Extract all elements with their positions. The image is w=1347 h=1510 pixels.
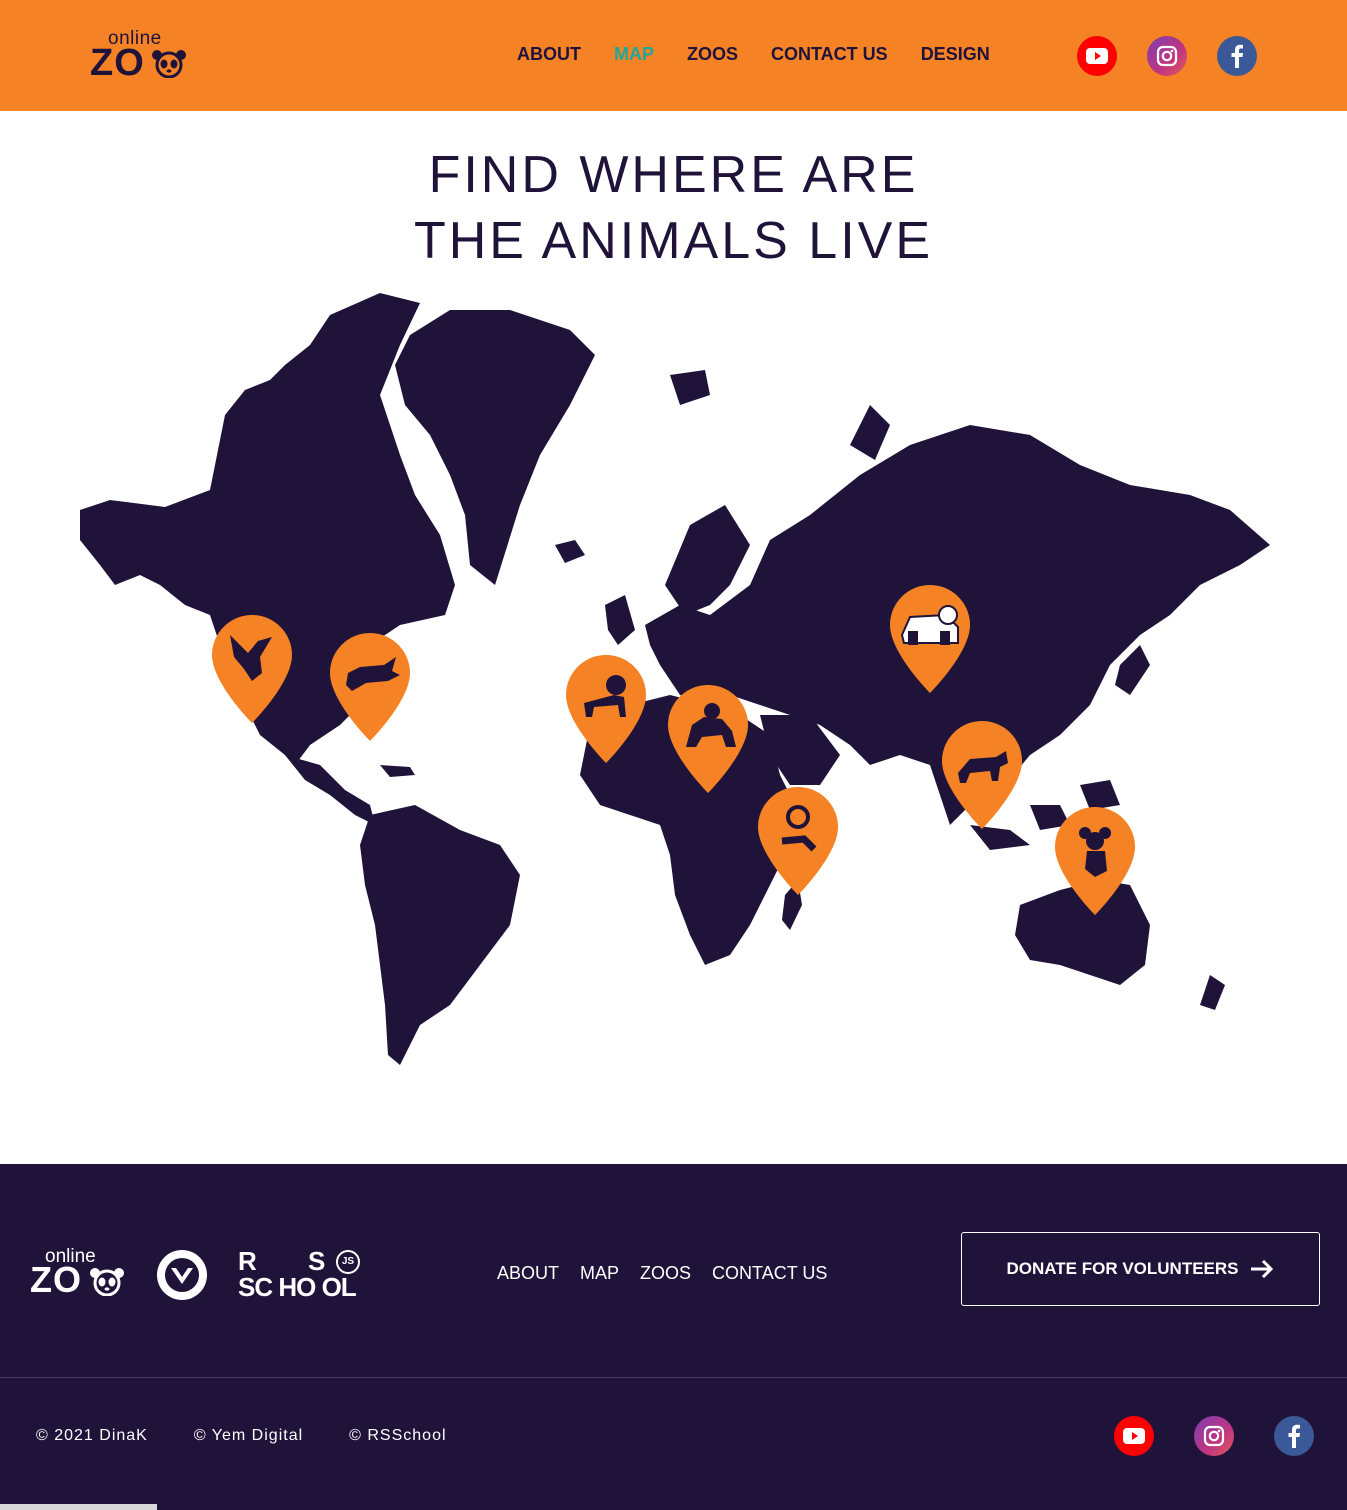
pin-alligator[interactable] — [330, 633, 410, 741]
nav-about[interactable]: ABOUT — [517, 44, 581, 65]
footer-nav-about[interactable]: ABOUT — [497, 1263, 559, 1284]
footer-nav-map[interactable]: MAP — [580, 1263, 619, 1284]
logo[interactable]: online ZO — [90, 28, 190, 84]
arrow-right-icon — [1250, 1259, 1273, 1279]
yem-digital-icon — [165, 1258, 199, 1292]
rs-logo-s: S — [308, 1246, 325, 1276]
nav-zoos[interactable]: ZOOS — [687, 44, 738, 65]
copyright-rsschool: © RSSchool — [349, 1427, 447, 1444]
footer-logo[interactable]: online ZO — [30, 1246, 130, 1300]
footer-divider — [0, 1377, 1347, 1378]
donate-button-label: DONATE FOR VOLUNTEERS — [1006, 1259, 1239, 1278]
rs-logo-js: JS — [336, 1250, 360, 1274]
main-nav: ABOUT MAP ZOOS CONTACT US DESIGN — [517, 44, 1023, 65]
yem-digital-logo[interactable] — [157, 1250, 207, 1300]
footer-nav-zoos[interactable]: ZOOS — [640, 1263, 691, 1284]
footer-nav-contact-us[interactable]: CONTACT US — [712, 1263, 827, 1284]
panda-face-icon — [90, 1268, 124, 1296]
footer-nav: ABOUT MAP ZOOS CONTACT US — [497, 1263, 848, 1284]
instagram-icon[interactable] — [1147, 36, 1187, 76]
logo-zoo-text: ZO — [90, 42, 145, 84]
donate-button[interactable]: DONATE FOR VOLUNTEERS — [961, 1232, 1320, 1306]
page-title: FIND WHERE ARE THE ANIMALS LIVE — [0, 142, 1347, 274]
nav-design[interactable]: DESIGN — [921, 44, 990, 65]
footer-logo-zoo-text: ZO — [30, 1259, 82, 1300]
central-america — [285, 755, 375, 825]
page-title-line1: FIND WHERE ARE — [428, 146, 919, 204]
copyright-yem-digital: © Yem Digital — [193, 1427, 304, 1444]
instagram-icon[interactable] — [1194, 1416, 1234, 1456]
copyrights: © 2021 DinaK © Yem Digital © RSSchool — [36, 1427, 493, 1445]
caribbean — [380, 765, 415, 777]
horizontal-scrollbar[interactable] — [0, 1504, 157, 1510]
panda-face-icon — [152, 50, 186, 78]
rs-logo-r: R — [238, 1246, 257, 1276]
header: online ZO ABOUT MAP ZOOS CONTACT US DESI… — [0, 0, 1347, 111]
footer-social — [1114, 1416, 1347, 1456]
novaya-zemlya — [850, 405, 890, 460]
facebook-icon[interactable] — [1217, 36, 1257, 76]
facebook-icon[interactable] — [1274, 1416, 1314, 1456]
youtube-icon[interactable] — [1114, 1416, 1154, 1456]
iceland — [555, 540, 585, 563]
rs-logo-school: SC HO OL — [238, 1272, 357, 1302]
uk — [605, 595, 635, 645]
copyright-dinak: © 2021 DinaK — [36, 1427, 148, 1444]
new-zealand — [1200, 975, 1225, 1010]
south-america — [360, 805, 520, 1065]
nav-map[interactable]: MAP — [614, 44, 654, 65]
page-title-line2: THE ANIMALS LIVE — [413, 212, 934, 270]
footer: online ZO R S JS SC HO OL ABOUT MAP ZOOS… — [0, 1164, 1347, 1510]
nav-contact-us[interactable]: CONTACT US — [771, 44, 888, 65]
world-map — [80, 293, 1270, 1065]
youtube-icon[interactable] — [1077, 36, 1117, 76]
rs-school-logo[interactable]: R S JS SC HO OL — [238, 1248, 388, 1304]
header-social — [1077, 36, 1287, 76]
svalbard — [670, 370, 710, 405]
